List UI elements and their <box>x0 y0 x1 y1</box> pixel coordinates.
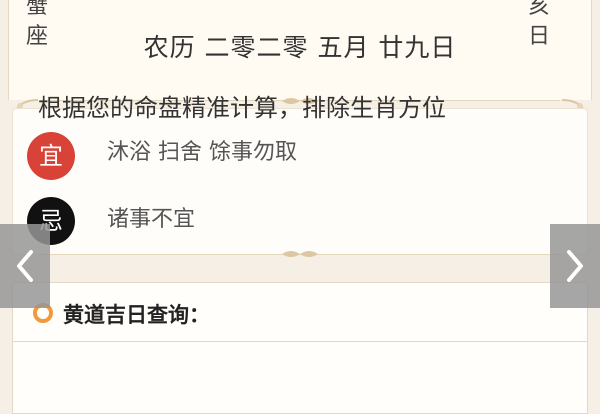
day-label: 亥 日 <box>528 0 550 52</box>
almanac-panel <box>12 108 588 255</box>
next-day-button[interactable] <box>550 224 600 308</box>
lunar-date: 农历 二零二零 五月 廿九日 <box>143 33 457 62</box>
yi-text: 沐浴 扫舍 馀事勿取 <box>107 140 297 165</box>
query-header: 黄道吉日查询： <box>13 283 587 342</box>
auspicious-day-query-panel[interactable]: 黄道吉日查询： <box>12 282 588 414</box>
ji-text: 诸事不宜 <box>107 207 196 232</box>
query-title: 黄道吉日查询： <box>63 303 210 327</box>
zodiac-label-line1: 蟹 <box>26 0 49 19</box>
day-label-line2: 日 <box>528 24 551 49</box>
chevron-left-icon <box>17 250 33 282</box>
day-label-line1: 亥 <box>528 0 551 19</box>
ornament-icon <box>282 251 318 257</box>
prev-day-button[interactable] <box>0 224 50 308</box>
yi-badge: 宜 <box>27 132 75 180</box>
query-description: 根据您的命盘精准计算，排除生肖方位 <box>38 94 446 122</box>
chevron-right-icon <box>567 250 583 282</box>
